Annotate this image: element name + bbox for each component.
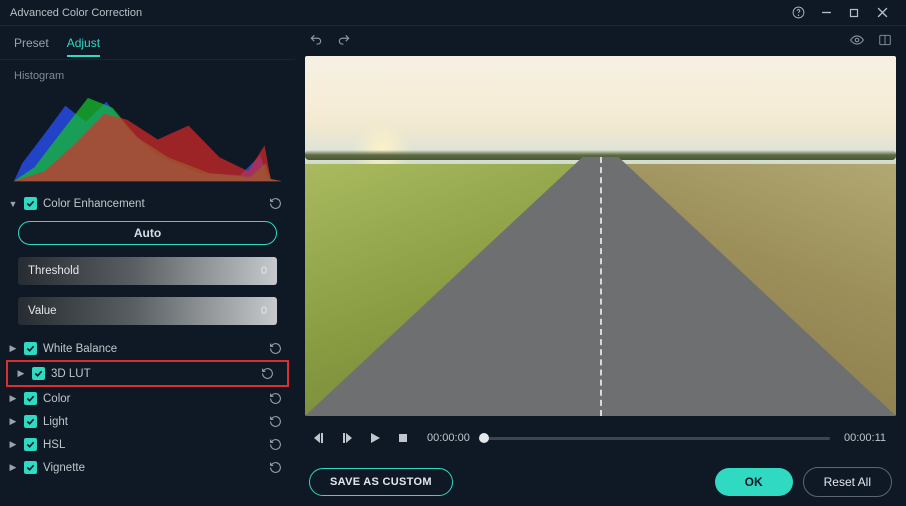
slider-label: Value	[18, 305, 57, 317]
section-hsl[interactable]: ▶ HSL	[0, 433, 295, 456]
help-icon[interactable]	[784, 0, 812, 26]
compare-icon[interactable]	[874, 29, 896, 51]
playback-scrubber[interactable]	[484, 437, 830, 440]
slider-value: 0	[261, 305, 267, 317]
chevron-right-icon: ▶	[8, 439, 18, 450]
playback-bar: 00:00:00 00:00:11	[295, 418, 906, 458]
threshold-slider[interactable]: Threshold 0	[18, 257, 277, 285]
histogram-label: Histogram	[0, 60, 295, 86]
sidebar-tabs: Preset Adjust	[0, 32, 295, 60]
reset-icon[interactable]	[267, 196, 283, 212]
section-label: HSL	[43, 439, 267, 451]
reset-icon[interactable]	[267, 341, 283, 357]
eye-icon[interactable]	[846, 29, 868, 51]
preview-image	[305, 56, 896, 416]
section-color[interactable]: ▶ Color	[0, 387, 295, 410]
maximize-icon[interactable]	[840, 0, 868, 26]
playback-current-time: 00:00:00	[427, 432, 470, 444]
chevron-right-icon: ▶	[8, 393, 18, 404]
minimize-icon[interactable]	[812, 0, 840, 26]
reset-icon[interactable]	[267, 391, 283, 407]
chevron-right-icon: ▶	[16, 368, 26, 379]
footer-bar: SAVE AS CUSTOM OK Reset All	[295, 458, 906, 506]
checkbox-color-enhancement[interactable]	[24, 197, 37, 210]
section-light[interactable]: ▶ Light	[0, 410, 295, 433]
chevron-right-icon: ▶	[8, 462, 18, 473]
section-vignette[interactable]: ▶ Vignette	[0, 456, 295, 479]
slider-value: 0	[261, 265, 267, 277]
titlebar: Advanced Color Correction	[0, 0, 906, 26]
checkbox-white-balance[interactable]	[24, 342, 37, 355]
section-white-balance[interactable]: ▶ White Balance	[0, 337, 295, 360]
section-color-enhancement[interactable]: ▼ Color Enhancement	[0, 192, 295, 215]
chevron-down-icon: ▼	[8, 199, 18, 209]
section-label: Light	[43, 416, 267, 428]
preview-pane: 00:00:00 00:00:11 SAVE AS CUSTOM OK Rese…	[295, 26, 906, 506]
playback-total-time: 00:00:11	[844, 432, 886, 444]
chevron-right-icon: ▶	[8, 343, 18, 354]
preview-toolbar	[295, 26, 906, 54]
ok-button[interactable]: OK	[715, 468, 793, 496]
section-3d-lut[interactable]: ▶ 3D LUT	[8, 362, 287, 385]
chevron-right-icon: ▶	[8, 416, 18, 427]
reset-icon[interactable]	[267, 437, 283, 453]
reset-icon[interactable]	[267, 460, 283, 476]
reset-icon[interactable]	[259, 366, 275, 382]
play-icon[interactable]	[365, 428, 385, 448]
stop-icon[interactable]	[393, 428, 413, 448]
section-label: Color Enhancement	[43, 198, 267, 210]
adjust-sidebar: Preset Adjust Histogram ▼ Color Enhancem…	[0, 26, 295, 506]
next-frame-icon[interactable]	[337, 428, 357, 448]
auto-button[interactable]: Auto	[18, 221, 277, 245]
undo-icon[interactable]	[305, 29, 327, 51]
highlight-3d-lut: ▶ 3D LUT	[6, 360, 289, 387]
checkbox-3d-lut[interactable]	[32, 367, 45, 380]
value-slider[interactable]: Value 0	[18, 297, 277, 325]
close-icon[interactable]	[868, 0, 896, 26]
section-label: White Balance	[43, 343, 267, 355]
section-label: Vignette	[43, 462, 267, 474]
tab-preset[interactable]: Preset	[14, 36, 49, 56]
window-title: Advanced Color Correction	[10, 7, 142, 19]
histogram-chart	[14, 86, 281, 182]
checkbox-hsl[interactable]	[24, 438, 37, 451]
checkbox-vignette[interactable]	[24, 461, 37, 474]
tab-adjust[interactable]: Adjust	[67, 36, 100, 56]
section-label: 3D LUT	[51, 368, 259, 380]
slider-label: Threshold	[18, 265, 79, 277]
reset-icon[interactable]	[267, 414, 283, 430]
checkbox-color[interactable]	[24, 392, 37, 405]
checkbox-light[interactable]	[24, 415, 37, 428]
prev-frame-icon[interactable]	[309, 428, 329, 448]
reset-all-button[interactable]: Reset All	[803, 467, 892, 497]
section-label: Color	[43, 393, 267, 405]
redo-icon[interactable]	[333, 29, 355, 51]
save-as-custom-button[interactable]: SAVE AS CUSTOM	[309, 468, 453, 496]
